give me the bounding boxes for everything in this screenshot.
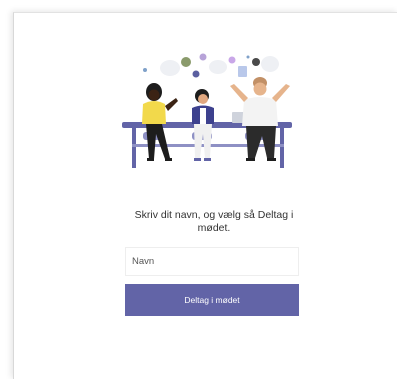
- person-legs: [146, 124, 170, 159]
- person-arm: [165, 98, 178, 111]
- person-legs: [194, 124, 212, 158]
- avatar-decoration: [192, 70, 200, 78]
- avatar-decoration: [199, 53, 207, 61]
- person-legs: [246, 126, 276, 158]
- person-shoe: [246, 158, 255, 161]
- person-head: [253, 82, 267, 96]
- avatar-decoration: [181, 57, 191, 67]
- person-arm: [230, 84, 248, 102]
- person-shoe: [165, 158, 172, 161]
- person-head: [148, 89, 160, 101]
- speech-bubble-decoration: [160, 60, 180, 76]
- speech-bubble-decoration: [209, 60, 227, 74]
- person-shoe: [147, 158, 154, 161]
- avatar-decoration: [228, 56, 236, 64]
- join-instructions: Skriv dit navn, og vælg så Deltag i møde…: [134, 209, 294, 234]
- join-meeting-button[interactable]: Deltag i mødet: [125, 284, 299, 316]
- person-head: [198, 94, 208, 104]
- meeting-illustration: [122, 53, 292, 168]
- person-torso: [142, 101, 166, 124]
- person-shirt: [200, 108, 206, 124]
- document-decoration: [238, 66, 247, 77]
- table-leg: [280, 128, 284, 168]
- person-shoe: [194, 158, 201, 161]
- table-leg: [132, 128, 136, 168]
- person-torso: [242, 97, 278, 126]
- person-shoe: [204, 158, 211, 161]
- speech-bubble-decoration: [261, 56, 279, 72]
- name-input[interactable]: [125, 247, 299, 276]
- dot-decoration: [143, 68, 147, 72]
- person-shoe: [267, 158, 276, 161]
- avatar-decoration: [252, 58, 260, 66]
- person-arm: [272, 84, 290, 102]
- dot-decoration: [246, 55, 250, 59]
